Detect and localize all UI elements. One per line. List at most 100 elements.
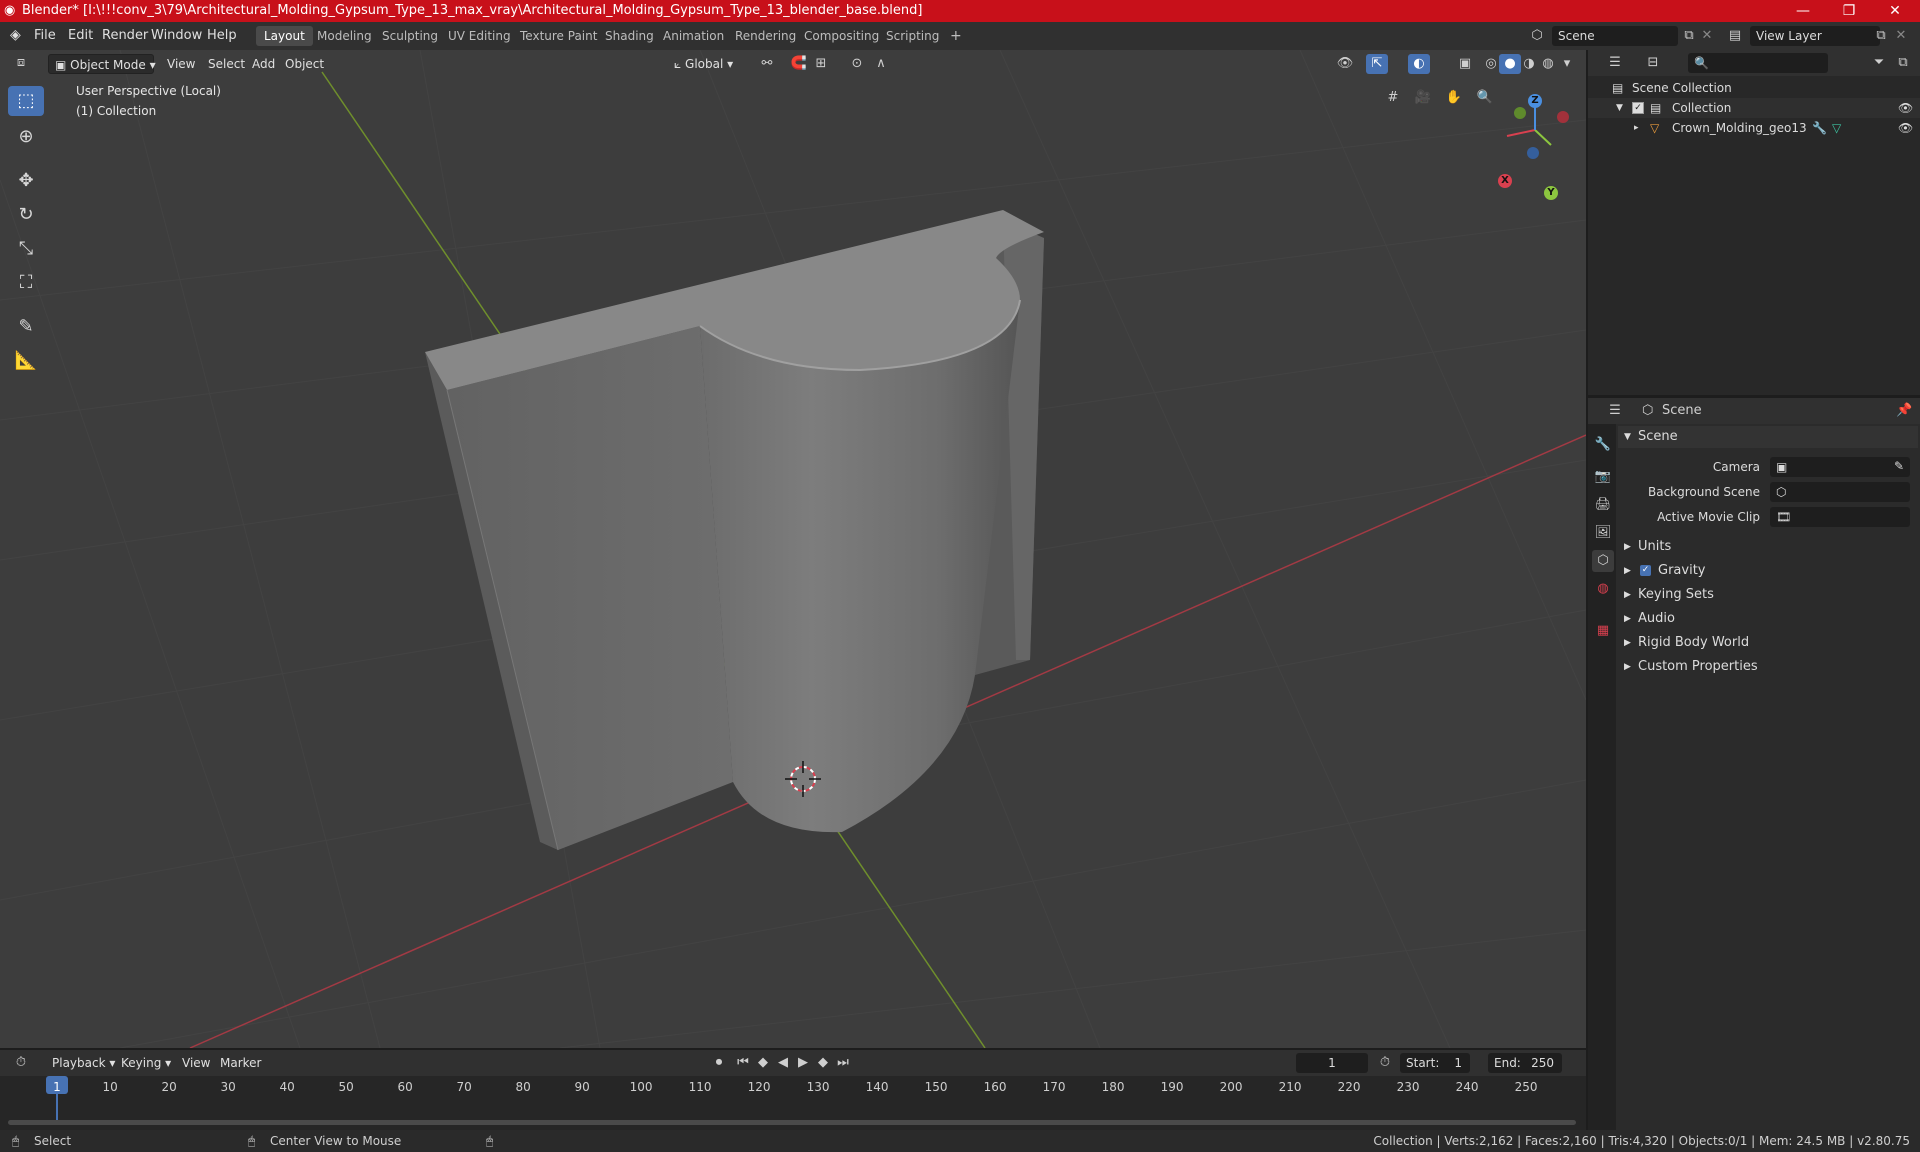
keying-sets-panel[interactable]: ▶ Keying Sets — [1618, 584, 1918, 606]
record-icon[interactable]: ⏺ — [708, 1053, 730, 1073]
eye-icon[interactable]: 👁 — [1898, 98, 1913, 118]
view-layer-field[interactable]: View Layer — [1750, 26, 1880, 46]
add-workspace-button[interactable]: + — [942, 26, 970, 46]
camera-view-icon[interactable]: 🎥 — [1412, 88, 1434, 108]
maximize-button[interactable]: ❐ — [1826, 0, 1872, 22]
view-layer-tab-icon[interactable]: 🖼 — [1592, 522, 1614, 544]
rigid-body-world-panel[interactable]: ▶ Rigid Body World — [1618, 632, 1918, 654]
gravity-checkbox[interactable]: ✓ — [1640, 565, 1651, 576]
start-frame-field[interactable]: Start: 1 — [1400, 1053, 1470, 1073]
modifier-wrench-icon[interactable]: 🔧 — [1812, 118, 1827, 138]
scene-selector-icon[interactable]: ⬡ — [1526, 26, 1548, 46]
outliner-row-scene-collection[interactable]: ▤ Scene Collection — [1588, 78, 1920, 98]
current-frame-field[interactable]: 1 — [1296, 1053, 1368, 1073]
timeline-scrollbar[interactable] — [8, 1120, 1576, 1125]
new-collection-icon[interactable]: ⧉ — [1892, 53, 1914, 73]
properties-editor-icon[interactable]: ☰ — [1604, 401, 1626, 421]
timeline-view-menu[interactable]: View — [176, 1053, 216, 1073]
mode-dropdown[interactable]: ▣ Object Mode ▾ — [48, 54, 156, 74]
tab-sculpting[interactable]: Sculpting — [374, 26, 446, 46]
menu-help[interactable]: Help — [207, 28, 237, 43]
end-frame-field[interactable]: End: 250 — [1488, 1053, 1562, 1073]
menu-add[interactable]: Add — [246, 54, 281, 74]
tab-compositing[interactable]: Compositing — [796, 26, 887, 46]
render-tab-icon[interactable]: 📷 — [1592, 466, 1614, 488]
custom-properties-panel[interactable]: ▶ Custom Properties — [1618, 656, 1918, 678]
menu-object[interactable]: Object — [279, 54, 330, 74]
snap-icon[interactable]: 🧲 — [788, 54, 810, 74]
tab-shading[interactable]: Shading — [597, 26, 662, 46]
outliner-editor-icon[interactable]: ☰ — [1604, 53, 1626, 73]
view-layer-icon[interactable]: ▤ — [1724, 26, 1746, 46]
prev-keyframe-icon[interactable]: ◆ — [752, 1053, 774, 1073]
tab-scripting[interactable]: Scripting — [878, 26, 947, 46]
gizmo-y-axis[interactable]: Y — [1544, 186, 1558, 200]
background-scene-field[interactable]: ⬡ — [1770, 482, 1910, 502]
expand-arrow-icon[interactable]: ▸ — [1634, 118, 1639, 138]
outliner-row-collection[interactable]: ▼ ✓ ▤ Collection 👁 — [1588, 98, 1920, 118]
pin-icon[interactable]: 📌 — [1896, 403, 1912, 418]
transform-tool-icon[interactable]: ⛶ — [8, 268, 44, 298]
play-icon[interactable]: ▶ — [792, 1053, 814, 1073]
gizmo-toggle-icon[interactable]: ⇱ — [1366, 54, 1388, 74]
new-view-layer-icon[interactable]: ⧉ — [1870, 26, 1892, 46]
scale-tool-icon[interactable]: ⤡ — [8, 234, 44, 264]
shading-options-icon[interactable]: ▾ — [1556, 54, 1578, 74]
pivot-icon[interactable]: ⚯ — [756, 54, 778, 74]
menu-edit[interactable]: Edit — [68, 28, 93, 43]
output-tab-icon[interactable]: 🖨 — [1592, 494, 1614, 516]
jump-start-icon[interactable]: ⏮ — [732, 1053, 754, 1073]
keying-dropdown[interactable]: Keying ▾ — [115, 1053, 177, 1073]
editor-type-icon[interactable]: ⧈ — [10, 53, 32, 73]
tool-tab-icon[interactable]: 🔧 — [1592, 434, 1614, 456]
scene-panel-header[interactable]: ▼ Scene — [1618, 426, 1918, 448]
orientation-dropdown[interactable]: ⟀ Global ▾ — [668, 54, 739, 74]
minimize-button[interactable]: — — [1780, 0, 1826, 22]
measure-tool-icon[interactable]: 📐 — [8, 346, 44, 376]
rotate-tool-icon[interactable]: ↻ — [8, 200, 44, 230]
play-reverse-icon[interactable]: ◀ — [772, 1053, 794, 1073]
gizmo-z-axis[interactable]: Z — [1528, 94, 1542, 108]
annotate-tool-icon[interactable]: ✎ — [8, 312, 44, 342]
collection-checkbox[interactable]: ✓ — [1632, 102, 1644, 114]
expand-arrow-icon[interactable]: ▼ — [1616, 98, 1623, 118]
tab-layout[interactable]: Layout — [256, 26, 313, 46]
xray-icon[interactable]: ▣ — [1454, 54, 1476, 74]
display-mode-icon[interactable]: ⊟ — [1642, 53, 1664, 73]
menu-render[interactable]: Render — [102, 28, 148, 43]
tab-texture-paint[interactable]: Texture Paint — [512, 26, 605, 46]
units-panel[interactable]: ▶ Units — [1618, 536, 1918, 558]
scene-tab-icon[interactable]: ⬡ — [1592, 550, 1614, 572]
blender-menu-icon[interactable]: ◈ — [10, 27, 21, 43]
tab-rendering[interactable]: Rendering — [727, 26, 804, 46]
active-movie-clip-field[interactable]: 🎞 — [1770, 507, 1910, 527]
menu-file[interactable]: File — [34, 28, 56, 43]
zoom-icon[interactable]: 🔍 — [1474, 88, 1496, 108]
pan-hand-icon[interactable]: ✋ — [1443, 88, 1465, 108]
next-keyframe-icon[interactable]: ◆ — [812, 1053, 834, 1073]
overlay-toggle-icon[interactable]: ◐ — [1408, 54, 1430, 74]
eyedropper-icon[interactable]: ✎ — [1894, 459, 1904, 473]
menu-window[interactable]: Window — [151, 28, 202, 43]
select-box-icon[interactable]: ⬚ — [8, 86, 44, 116]
tab-modeling[interactable]: Modeling — [309, 26, 380, 46]
snap-target-icon[interactable]: ⊞ — [810, 54, 832, 74]
texture-tab-icon[interactable]: ▦ — [1592, 620, 1614, 642]
camera-field[interactable]: ▣ — [1770, 457, 1910, 477]
jump-end-icon[interactable]: ⏭ — [832, 1053, 854, 1073]
marker-menu[interactable]: Marker — [214, 1053, 267, 1073]
visibility-icon[interactable]: 👁 — [1334, 54, 1356, 74]
tab-animation[interactable]: Animation — [655, 26, 732, 46]
delete-scene-icon[interactable]: ✕ — [1696, 26, 1718, 46]
menu-view[interactable]: View — [161, 54, 201, 74]
outliner-search-input[interactable]: 🔍 — [1688, 53, 1828, 73]
3d-viewport[interactable]: X Y Z # 🎥 ✋ 🔍 User Perspective (Local) (… — [0, 50, 1586, 1048]
preview-range-icon[interactable]: ⏱ — [1374, 1053, 1396, 1073]
timeline-editor-icon[interactable]: ⏱ — [10, 1053, 32, 1073]
move-tool-icon[interactable]: ✥ — [8, 166, 44, 196]
cursor-tool-icon[interactable]: ⊕ — [8, 122, 44, 152]
eye-icon[interactable]: 👁 — [1898, 118, 1913, 138]
scene-field[interactable]: Scene — [1552, 26, 1678, 46]
tab-uv-editing[interactable]: UV Editing — [440, 26, 519, 46]
menu-select[interactable]: Select — [202, 54, 251, 74]
